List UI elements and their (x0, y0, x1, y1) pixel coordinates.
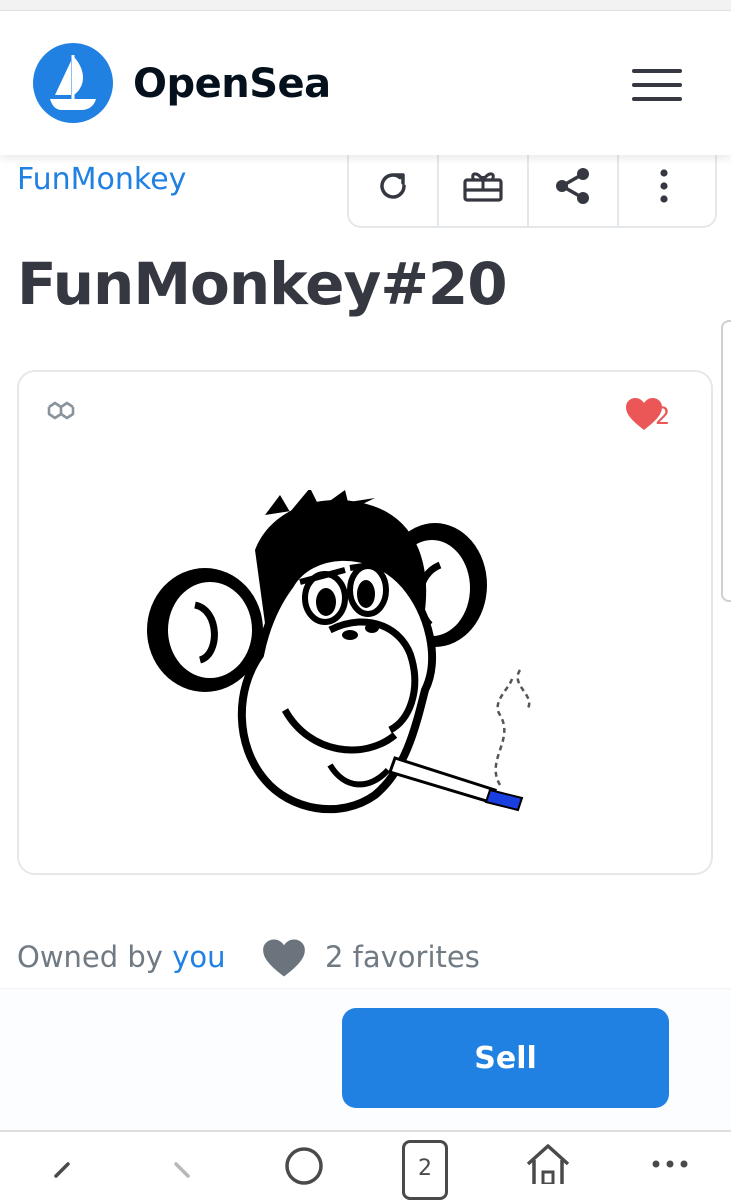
hamburger-menu-icon[interactable] (632, 69, 684, 109)
home-circle-icon[interactable] (282, 1142, 326, 1186)
favorites-heart-icon (263, 939, 305, 977)
brand-name[interactable]: OpenSea (133, 61, 331, 107)
sell-button[interactable]: Sell (342, 1008, 669, 1108)
home-icon[interactable] (524, 1140, 572, 1184)
browser-navigation-bar: 2 (0, 1130, 731, 1202)
owner-link[interactable]: you (172, 940, 225, 974)
refresh-button[interactable] (349, 150, 439, 226)
site-header: OpenSea (0, 11, 731, 155)
favorite-count: 2 (655, 402, 671, 430)
favorites-count-text: 2 favorites (325, 940, 480, 974)
owned-by: Owned by you (17, 940, 225, 974)
share-icon (556, 168, 589, 205)
asset-title: FunMonkey#20 (17, 250, 508, 318)
asset-toolbar (347, 150, 717, 228)
owned-by-label: Owned by (17, 940, 163, 974)
refresh-icon (380, 173, 406, 200)
gift-icon (463, 172, 503, 203)
transfer-button[interactable] (439, 150, 529, 226)
scrollbar-thumb[interactable] (721, 320, 731, 602)
more-horizontal-icon[interactable] (650, 1154, 690, 1174)
forward-icon[interactable] (170, 1150, 194, 1190)
more-vertical-icon (660, 169, 668, 204)
back-icon[interactable] (50, 1150, 74, 1190)
polygon-icon (47, 401, 75, 420)
more-options-button[interactable] (619, 150, 709, 226)
tab-count: 2 (418, 1156, 432, 1181)
status-strip (0, 0, 731, 11)
share-button[interactable] (529, 150, 619, 226)
tabs-icon[interactable]: 2 (402, 1140, 448, 1200)
opensea-ship-icon[interactable] (33, 43, 113, 123)
collection-link[interactable]: FunMonkey (17, 162, 186, 197)
funmonkey-artwork (147, 490, 531, 814)
